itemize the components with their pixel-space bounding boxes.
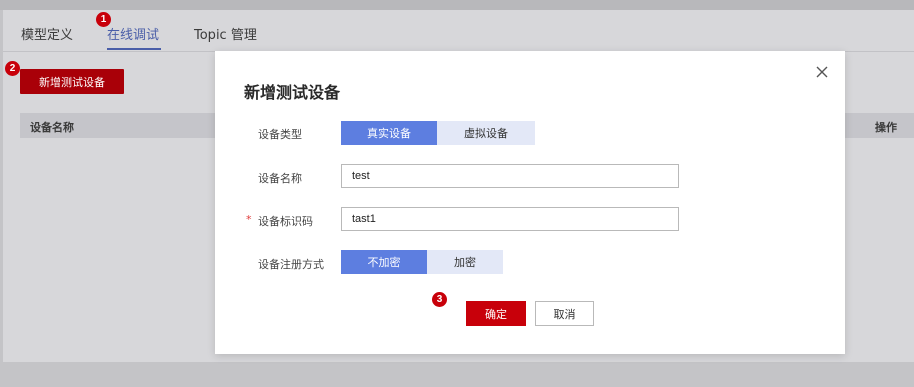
- device-id-label: 设备标识码: [258, 215, 313, 228]
- device-name-input[interactable]: [341, 164, 679, 188]
- tab-online-debug[interactable]: 在线调试: [107, 24, 159, 43]
- required-mark: *: [246, 213, 252, 226]
- register-mode-unencrypted-button[interactable]: 不加密: [341, 250, 427, 274]
- device-type-label: 设备类型: [258, 128, 302, 141]
- column-device-name: 设备名称: [30, 121, 74, 134]
- add-test-device-button[interactable]: 新增测试设备: [20, 69, 124, 94]
- register-mode-label: 设备注册方式: [258, 258, 324, 271]
- step-badge-3: 3: [432, 292, 447, 307]
- device-type-virtual-button[interactable]: 虚拟设备: [437, 121, 535, 145]
- top-strip: [0, 0, 914, 10]
- close-icon[interactable]: [815, 65, 829, 79]
- tab-bar: 模型定义 在线调试 Topic 管理: [3, 10, 914, 52]
- device-type-real-button[interactable]: 真实设备: [341, 121, 437, 145]
- cancel-button[interactable]: 取消: [535, 301, 594, 326]
- column-actions: 操作: [875, 121, 897, 134]
- add-device-dialog: 新增测试设备 设备类型 真实设备 虚拟设备 设备名称 * 设备标识码 设备注册方…: [215, 51, 845, 354]
- tab-topic-management[interactable]: Topic 管理: [194, 24, 257, 43]
- register-mode-encrypted-button[interactable]: 加密: [427, 250, 503, 274]
- dialog-title: 新增测试设备: [244, 83, 341, 102]
- tab-model-definition[interactable]: 模型定义: [21, 24, 73, 43]
- confirm-button[interactable]: 确定: [466, 301, 526, 326]
- step-badge-2: 2: [5, 61, 20, 76]
- device-name-label: 设备名称: [258, 172, 302, 185]
- device-id-input[interactable]: [341, 207, 679, 231]
- step-badge-1: 1: [96, 12, 111, 27]
- active-tab-indicator: [107, 48, 161, 50]
